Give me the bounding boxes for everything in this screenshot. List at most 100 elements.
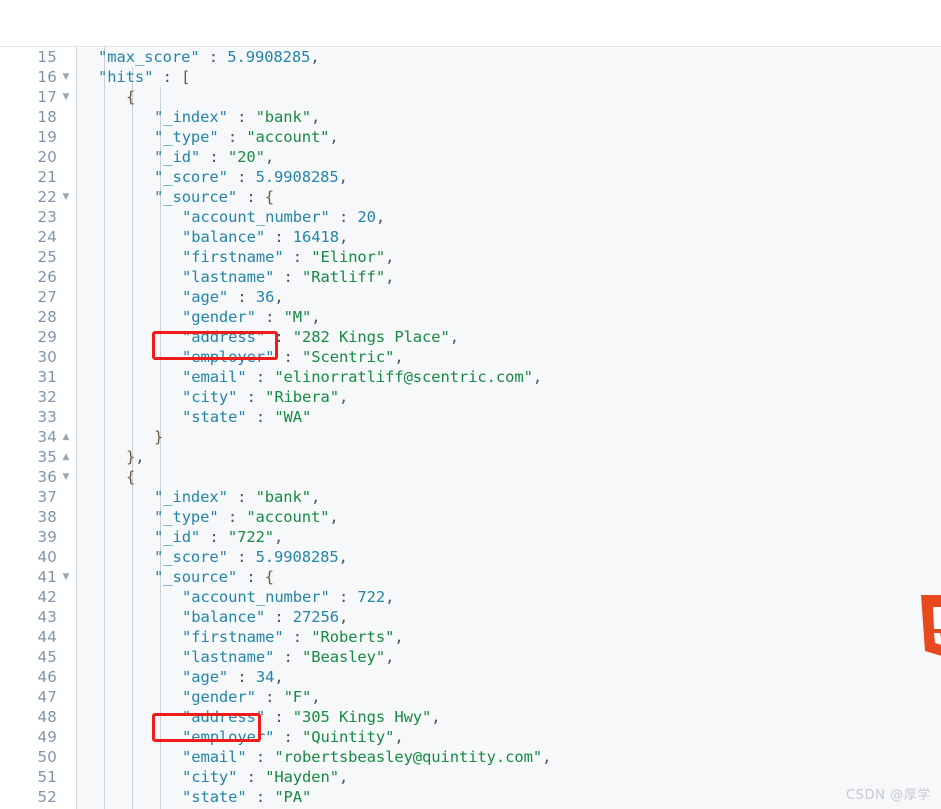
- code-line-39[interactable]: "_id" : "722",: [76, 527, 941, 547]
- editor-left-margin: [0, 47, 8, 809]
- fold-collapse-icon[interactable]: ▼: [60, 467, 72, 487]
- code-line-16[interactable]: "hits" : [: [76, 67, 941, 87]
- line-number-18[interactable]: 18▼: [8, 107, 76, 127]
- line-number-45[interactable]: 45▼: [8, 647, 76, 667]
- code-line-25[interactable]: "firstname" : "Elinor",: [76, 247, 941, 267]
- code-line-22[interactable]: "_source" : {: [76, 187, 941, 207]
- line-number-32[interactable]: 32▼: [8, 387, 76, 407]
- line-number-26[interactable]: 26▼: [8, 267, 76, 287]
- line-number-48[interactable]: 48▼: [8, 707, 76, 727]
- code-line-41[interactable]: "_source" : {: [76, 567, 941, 587]
- token-k: "_id": [154, 528, 201, 546]
- line-number-35[interactable]: 35 ▲: [8, 447, 76, 467]
- code-line-27[interactable]: "age" : 36,: [76, 287, 941, 307]
- line-number-52[interactable]: 52▼: [8, 787, 76, 807]
- line-number-16[interactable]: 16 ▼: [8, 67, 76, 87]
- code-line-44[interactable]: "firstname" : "Roberts",: [76, 627, 941, 647]
- line-number-22[interactable]: 22 ▼: [8, 187, 76, 207]
- code-line-30[interactable]: "employer" : "Scentric",: [76, 347, 941, 367]
- code-line-47[interactable]: "gender" : "F",: [76, 687, 941, 707]
- code-line-18[interactable]: "_index" : "bank",: [76, 107, 941, 127]
- line-number-30[interactable]: 30▼: [8, 347, 76, 367]
- line-number-25[interactable]: 25▼: [8, 247, 76, 267]
- code-line-17[interactable]: {: [76, 87, 941, 107]
- code-line-28[interactable]: "gender" : "M",: [76, 307, 941, 327]
- code-line-34[interactable]: }: [76, 427, 941, 447]
- fold-collapse-icon[interactable]: ▼: [60, 187, 72, 207]
- line-number-27[interactable]: 27▼: [8, 287, 76, 307]
- line-number-24[interactable]: 24▼: [8, 227, 76, 247]
- line-number-50[interactable]: 50▼: [8, 747, 76, 767]
- code-content-area[interactable]: "max_score" : 5.9908285, "hits" : [{"_ind…: [76, 47, 941, 809]
- fold-expand-icon[interactable]: ▲: [60, 427, 72, 447]
- line-number-41[interactable]: 41 ▼: [8, 567, 76, 587]
- code-line-42[interactable]: "account_number" : 722,: [76, 587, 941, 607]
- code-editor[interactable]: 15▼16▼17▼18▼19▼20▼21▼22▼23▼24▼25▼26▼27▼2…: [0, 47, 941, 809]
- code-line-29[interactable]: "address" : "282 Kings Place",: [76, 327, 941, 347]
- line-number-44[interactable]: 44▼: [8, 627, 76, 647]
- code-line-50[interactable]: "email" : "robertsbeasley@quintity.com",: [76, 747, 941, 767]
- token-p: :: [237, 568, 265, 586]
- fold-expand-icon[interactable]: ▲: [60, 447, 72, 467]
- fold-collapse-icon[interactable]: ▼: [60, 87, 72, 107]
- code-line-33[interactable]: "state" : "WA": [76, 407, 941, 427]
- line-number-17[interactable]: 17 ▼: [8, 87, 76, 107]
- line-number-21[interactable]: 21▼: [8, 167, 76, 187]
- line-number-51[interactable]: 51▼: [8, 767, 76, 787]
- line-number-38[interactable]: 38▼: [8, 507, 76, 527]
- line-number-42[interactable]: 42▼: [8, 587, 76, 607]
- fold-placeholder: ▼: [60, 487, 72, 507]
- line-number-23[interactable]: 23▼: [8, 207, 76, 227]
- fold-collapse-icon[interactable]: ▼: [60, 67, 72, 87]
- code-line-35[interactable]: },: [76, 447, 941, 467]
- code-line-32[interactable]: "city" : "Ribera",: [76, 387, 941, 407]
- line-number-34[interactable]: 34 ▲: [8, 427, 76, 447]
- code-line-36[interactable]: {: [76, 467, 941, 487]
- line-number-33[interactable]: 33▼: [8, 407, 76, 427]
- line-number-20[interactable]: 20▼: [8, 147, 76, 167]
- code-line-26[interactable]: "lastname" : "Ratliff",: [76, 267, 941, 287]
- code-line-45[interactable]: "lastname" : "Beasley",: [76, 647, 941, 667]
- line-number-31[interactable]: 31▼: [8, 367, 76, 387]
- fold-collapse-icon[interactable]: ▼: [60, 567, 72, 587]
- code-line-43[interactable]: "balance" : 27256,: [76, 607, 941, 627]
- code-line-52[interactable]: "state" : "PA": [76, 787, 941, 807]
- code-line-21[interactable]: "_score" : 5.9908285,: [76, 167, 941, 187]
- code-line-46[interactable]: "age" : 34,: [76, 667, 941, 687]
- code-line-37[interactable]: "_index" : "bank",: [76, 487, 941, 507]
- fold-placeholder: ▼: [60, 347, 72, 367]
- code-line-51[interactable]: "city" : "Hayden",: [76, 767, 941, 787]
- fold-placeholder: ▼: [60, 207, 72, 227]
- line-number-29[interactable]: 29▼: [8, 327, 76, 347]
- token-k: "gender": [182, 688, 256, 706]
- code-line-24[interactable]: "balance" : 16418,: [76, 227, 941, 247]
- code-line-38[interactable]: "_type" : "account",: [76, 507, 941, 527]
- line-number-37[interactable]: 37▼: [8, 487, 76, 507]
- code-line-23[interactable]: "account_number" : 20,: [76, 207, 941, 227]
- token-p: ,: [375, 208, 386, 226]
- line-number-text: 32: [37, 388, 57, 406]
- code-line-31[interactable]: "email" : "elinorratliff@scentric.com",: [76, 367, 941, 387]
- line-number-46[interactable]: 46▼: [8, 667, 76, 687]
- token-b: {: [264, 188, 275, 206]
- code-line-40[interactable]: "_score" : 5.9908285,: [76, 547, 941, 567]
- line-number-text: 50: [37, 748, 57, 766]
- line-number-49[interactable]: 49▼: [8, 727, 76, 747]
- line-number-gutter[interactable]: 15▼16▼17▼18▼19▼20▼21▼22▼23▼24▼25▼26▼27▼2…: [8, 47, 76, 809]
- code-line-15[interactable]: "max_score" : 5.9908285,: [76, 47, 941, 67]
- line-number-43[interactable]: 43▼: [8, 607, 76, 627]
- code-line-48[interactable]: "address" : "305 Kings Hwy",: [76, 707, 941, 727]
- line-number-47[interactable]: 47▼: [8, 687, 76, 707]
- code-line-19[interactable]: "_type" : "account",: [76, 127, 941, 147]
- line-number-40[interactable]: 40▼: [8, 547, 76, 567]
- token-p: ,: [385, 248, 395, 266]
- token-n: 20: [357, 208, 376, 226]
- line-number-39[interactable]: 39▼: [8, 527, 76, 547]
- token-k: "firstname": [182, 628, 284, 646]
- line-number-36[interactable]: 36 ▼: [8, 467, 76, 487]
- line-number-28[interactable]: 28▼: [8, 307, 76, 327]
- code-line-49[interactable]: "employer" : "Quintity",: [76, 727, 941, 747]
- code-line-20[interactable]: "_id" : "20",: [76, 147, 941, 167]
- line-number-15[interactable]: 15▼: [8, 47, 76, 67]
- line-number-19[interactable]: 19▼: [8, 127, 76, 147]
